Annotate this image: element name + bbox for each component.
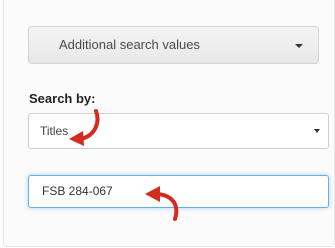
search-by-label: Search by:: [29, 91, 96, 106]
annotation-arrow-icon: [145, 186, 179, 221]
annotation-arrow-icon: [69, 109, 100, 146]
caret-down-icon: [295, 44, 303, 48]
chevron-down-icon: [314, 129, 320, 133]
search-input-value: FSB 284-067: [42, 184, 113, 198]
additional-search-values-label: Additional search values: [59, 37, 200, 52]
additional-search-values-button[interactable]: Additional search values: [28, 26, 319, 64]
